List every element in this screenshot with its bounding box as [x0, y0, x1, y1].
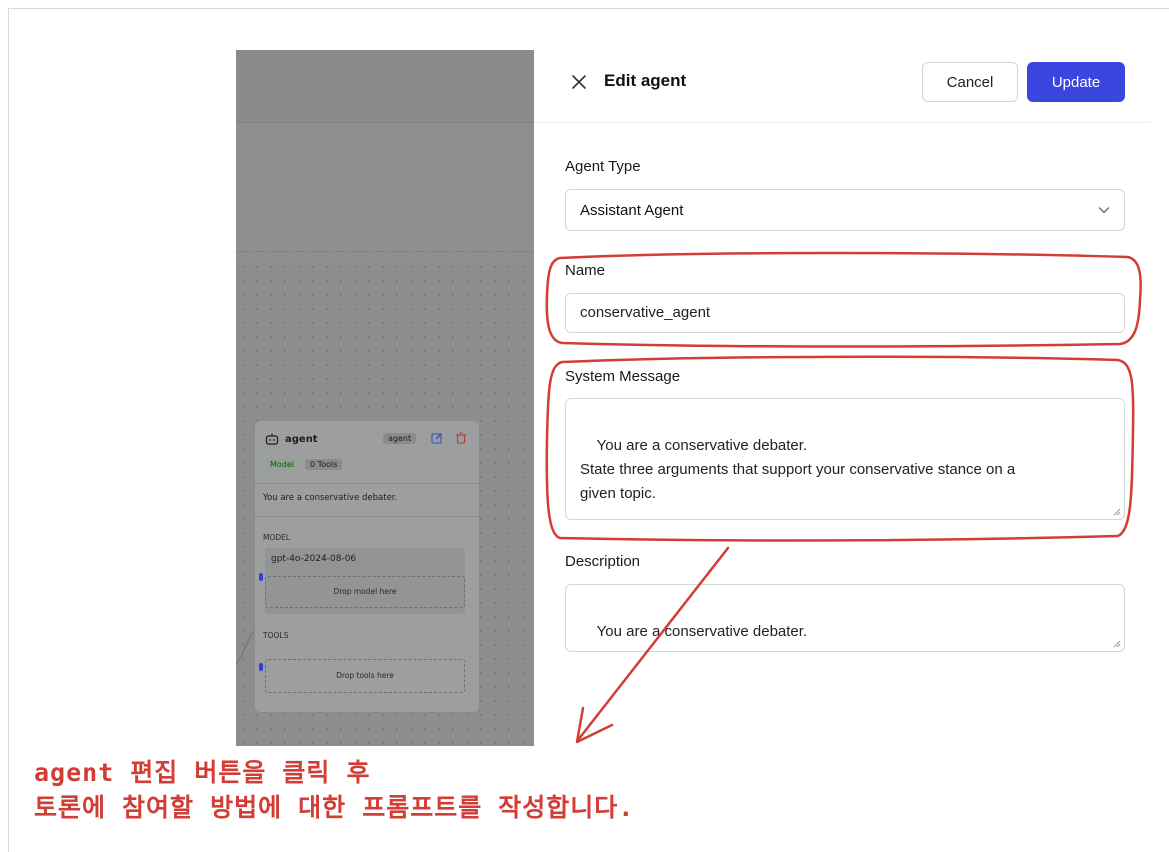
- annotation-text-line-1: agent 편집 버튼을 클릭 후: [34, 758, 371, 787]
- annotation-arrow: [576, 546, 730, 742]
- annotation-arrowhead: [575, 706, 614, 744]
- annotation-text-line-2: 토론에 참여할 방법에 대한 프롬프트를 작성합니다.: [34, 793, 635, 822]
- system-message-highlight-outline: [545, 355, 1135, 542]
- name-highlight-outline: [545, 251, 1142, 348]
- annotation-overlay: [545, 251, 1142, 744]
